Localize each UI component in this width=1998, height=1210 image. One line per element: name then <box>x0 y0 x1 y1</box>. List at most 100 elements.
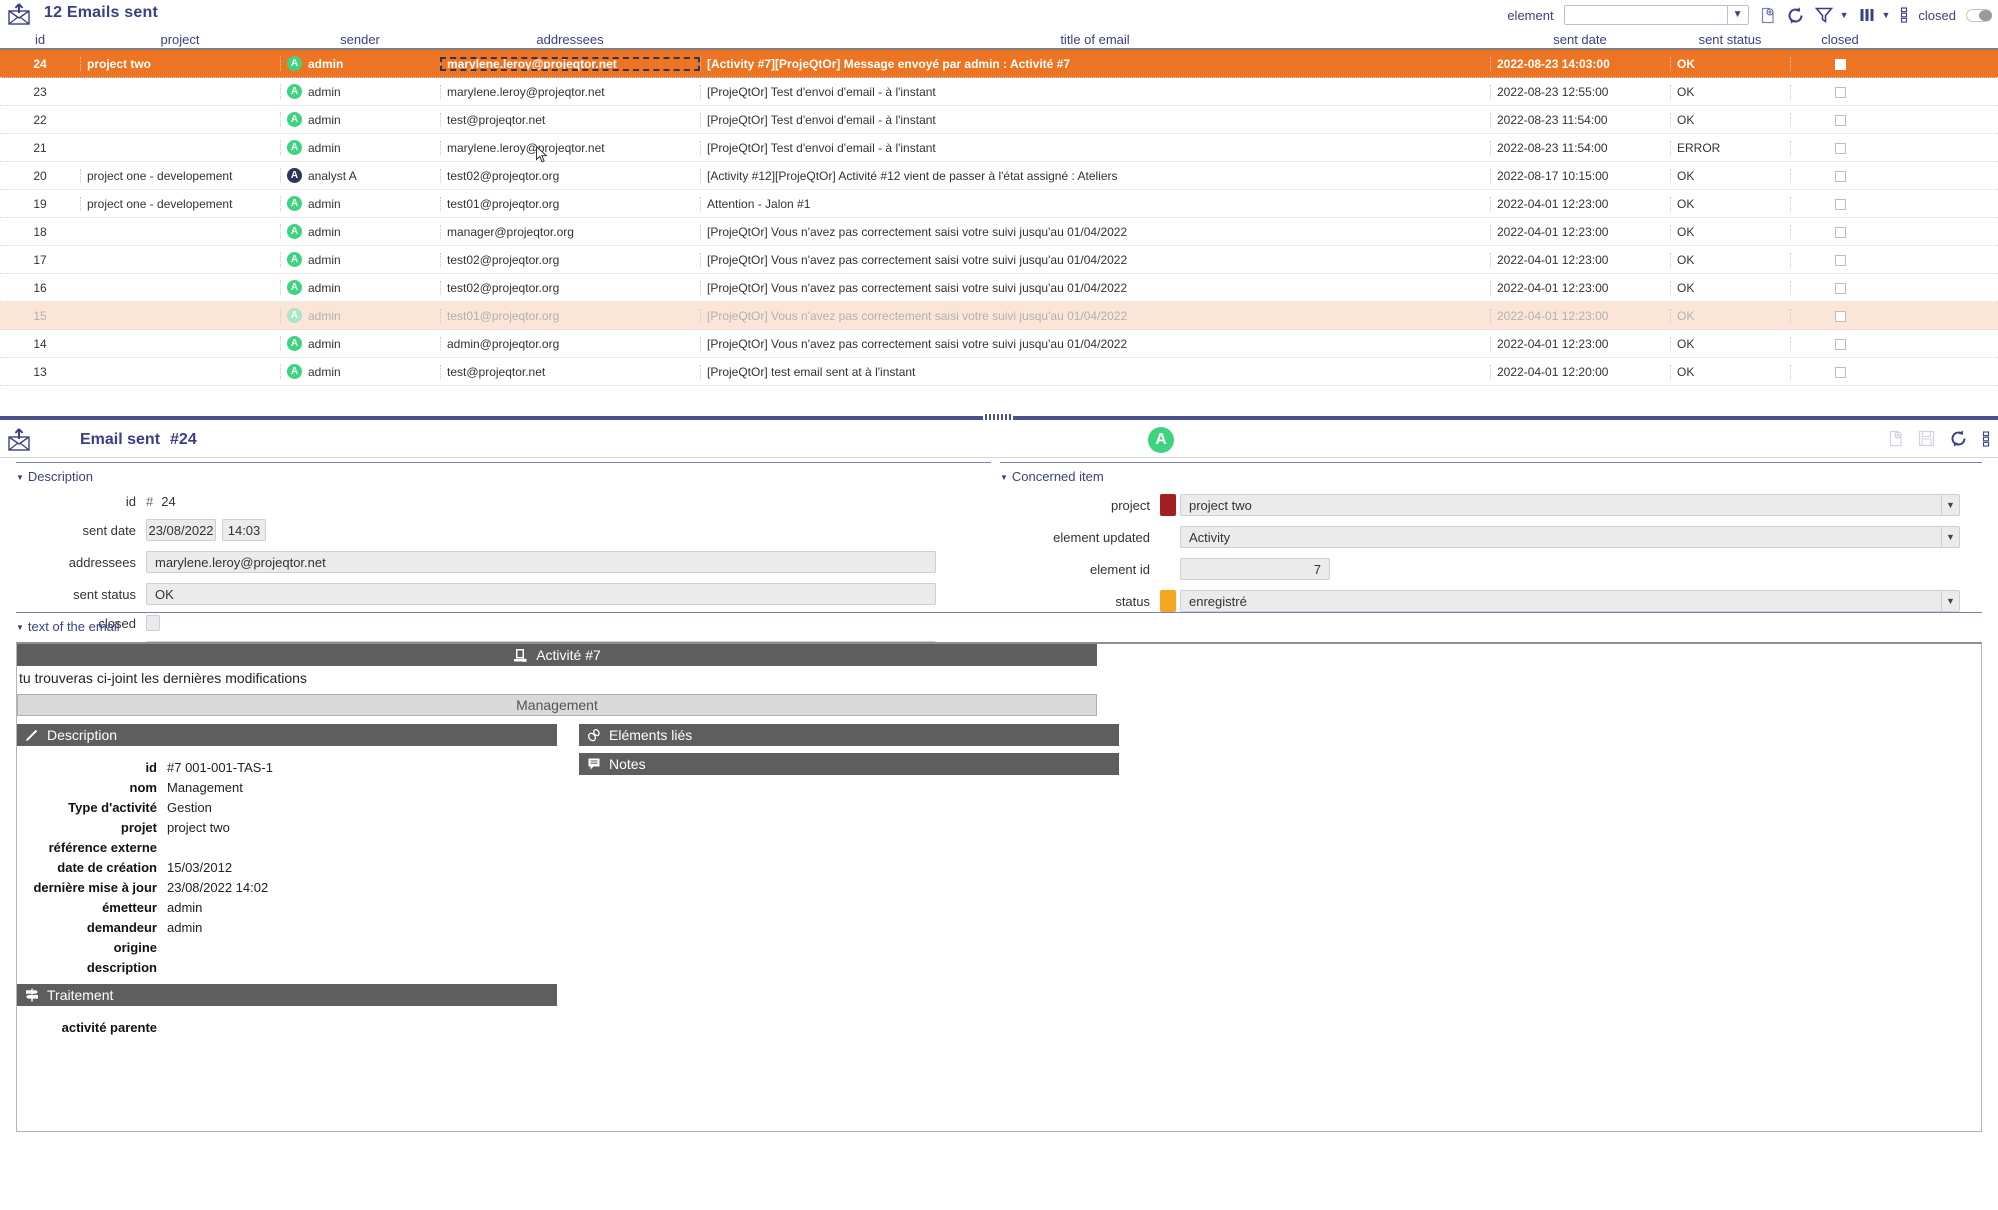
cell-sender-name: admin <box>308 196 341 211</box>
column-header-sender[interactable]: sender <box>280 32 440 47</box>
new-document-icon[interactable] <box>1887 430 1904 447</box>
element-updated-select[interactable]: Activity ▼ <box>1180 526 1960 548</box>
cell-closed[interactable] <box>1790 280 1890 295</box>
sent-time-input[interactable]: 14:03 <box>222 519 266 541</box>
row-closed-checkbox[interactable] <box>1835 366 1846 378</box>
cell-addressees[interactable]: marylene.leroy@projeqtor.net <box>440 56 700 71</box>
cell-closed[interactable] <box>1790 140 1890 155</box>
emails-grid: id project sender addressees title of em… <box>0 30 1998 386</box>
table-row[interactable]: 16 Aadmin test02@projeqtor.org [ProjeQtOr] … <box>0 274 1998 302</box>
cell-title: [ProjeQtOr] Vous n'avez pas correctement… <box>700 336 1490 351</box>
cell-sender-name: admin <box>308 336 341 351</box>
column-header-sent-status[interactable]: sent status <box>1670 32 1790 47</box>
row-closed-checkbox[interactable] <box>1835 226 1846 238</box>
cell-addressees[interactable]: test@projeqtor.net <box>440 364 700 379</box>
cell-addressees[interactable]: manager@projeqtor.org <box>440 224 700 239</box>
refresh-icon[interactable] <box>1949 429 1968 448</box>
cell-closed[interactable] <box>1790 224 1890 239</box>
table-row[interactable]: 13 Aadmin test@projeqtor.net [ProjeQtOr] te… <box>0 358 1998 386</box>
row-closed-checkbox[interactable] <box>1835 198 1846 210</box>
save-icon[interactable] <box>1918 430 1935 447</box>
cell-closed[interactable] <box>1790 168 1890 183</box>
column-header-project[interactable]: project <box>80 32 280 47</box>
column-header-id[interactable]: id <box>0 32 80 47</box>
row-closed-checkbox[interactable] <box>1835 142 1846 154</box>
row-closed-checkbox[interactable] <box>1835 282 1846 294</box>
cell-sent-date: 2022-08-23 12:55:00 <box>1490 84 1670 99</box>
cell-closed[interactable] <box>1790 252 1890 267</box>
concerned-item-section: ▼ Concerned item project project two ▼ el… <box>1000 462 1982 612</box>
table-row[interactable]: 21 Aadmin marylene.leroy@projeqtor.net [Pro… <box>0 134 1998 162</box>
splitter-grip[interactable] <box>983 414 1013 420</box>
cell-addressees[interactable]: test02@projeqtor.org <box>440 280 700 295</box>
menu-icon[interactable] <box>1900 7 1908 23</box>
column-header-closed[interactable]: closed <box>1790 32 1890 47</box>
email-text-section-header[interactable]: ▼ text of the email <box>16 619 1982 634</box>
sent-date-input[interactable]: 23/08/2022 <box>146 519 216 541</box>
activity-treatment-rows: activité parente <box>17 1018 557 1038</box>
table-row[interactable]: 15 Aadmin test01@projeqtor.org [ProjeQtOr] … <box>0 302 1998 330</box>
row-closed-checkbox[interactable] <box>1835 114 1846 126</box>
columns-icon[interactable] <box>1859 7 1875 23</box>
cell-addressees[interactable]: admin@projeqtor.org <box>440 336 700 351</box>
cell-project: project one - developement <box>80 196 280 211</box>
refresh-icon[interactable] <box>1786 6 1805 25</box>
email-detail-panel: Email sent #24 A ▼ Description id # 24 s… <box>0 422 1998 1210</box>
table-row[interactable]: 24 project two Aadmin marylene.leroy@projeq… <box>0 50 1998 78</box>
row-closed-checkbox[interactable] <box>1835 58 1846 70</box>
cell-closed[interactable] <box>1790 364 1890 379</box>
row-closed-checkbox[interactable] <box>1835 170 1846 182</box>
table-row[interactable]: 17 Aadmin test02@projeqtor.org [ProjeQtOr] … <box>0 246 1998 274</box>
table-row[interactable]: 18 Aadmin manager@projeqtor.org [ProjeQtOr]… <box>0 218 1998 246</box>
menu-icon[interactable] <box>1982 430 1990 447</box>
cell-addressees[interactable]: marylene.leroy@projeqtor.net <box>440 84 700 99</box>
cell-addressees[interactable]: test02@projeqtor.org <box>440 252 700 267</box>
row-closed-checkbox[interactable] <box>1835 310 1846 322</box>
row-closed-checkbox[interactable] <box>1835 254 1846 266</box>
row-closed-checkbox[interactable] <box>1835 338 1846 350</box>
row-closed-checkbox[interactable] <box>1835 86 1846 98</box>
column-header-addressees[interactable]: addressees <box>440 32 700 47</box>
table-row[interactable]: 19 project one - developement Aadmin test01… <box>0 190 1998 218</box>
description-section-header[interactable]: ▼ Description <box>16 469 991 484</box>
columns-chevron-down-icon[interactable]: ▼ <box>1882 10 1891 20</box>
element-filter-select[interactable]: ▼ <box>1563 5 1749 25</box>
grid-body: 24 project two Aadmin marylene.leroy@projeq… <box>0 50 1998 386</box>
avatar: A <box>287 84 302 99</box>
table-row[interactable]: 14 Aadmin admin@projeqtor.org [ProjeQtOr] V… <box>0 330 1998 358</box>
element-id-input[interactable]: 7 <box>1180 558 1330 580</box>
new-document-icon[interactable] <box>1759 7 1776 24</box>
cell-title: [ProjeQtOr] Test d'envoi d'email - à l'i… <box>700 84 1490 99</box>
cell-addressees[interactable]: test01@projeqtor.org <box>440 196 700 211</box>
filter-icon[interactable] <box>1814 6 1833 24</box>
table-row[interactable]: 22 Aadmin test@projeqtor.net [ProjeQtOr] Te… <box>0 106 1998 134</box>
table-row[interactable]: 23 Aadmin marylene.leroy@projeqtor.net [Pro… <box>0 78 1998 106</box>
addressees-input[interactable]: marylene.leroy@projeqtor.net <box>146 551 936 573</box>
table-row[interactable]: 20 project one - developement Aanalyst Ate… <box>0 162 1998 190</box>
cell-addressees[interactable]: test01@projeqtor.org <box>440 308 700 323</box>
cell-addressees[interactable]: test@projeqtor.net <box>440 112 700 127</box>
list-item: origine <box>17 938 557 958</box>
cell-addressees[interactable]: marylene.leroy@projeqtor.net <box>440 140 700 155</box>
cell-closed[interactable] <box>1790 56 1890 71</box>
cell-closed[interactable] <box>1790 336 1890 351</box>
concerned-item-section-header[interactable]: ▼ Concerned item <box>1000 469 1982 484</box>
cell-closed[interactable] <box>1790 308 1890 323</box>
status-select[interactable]: enregistré ▼ <box>1180 590 1960 612</box>
cell-title: [ProjeQtOr] Vous n'avez pas correctement… <box>700 252 1490 267</box>
sent-status-input[interactable]: OK <box>146 583 936 605</box>
panel-splitter[interactable] <box>0 412 1998 422</box>
cell-sent-status: OK <box>1670 336 1790 351</box>
cell-sent-date: 2022-08-23 14:03:00 <box>1490 56 1670 71</box>
column-header-sent-date[interactable]: sent date <box>1490 32 1670 47</box>
cell-closed[interactable] <box>1790 112 1890 127</box>
closed-toggle[interactable] <box>1966 8 1992 22</box>
cell-closed[interactable] <box>1790 196 1890 211</box>
column-header-title[interactable]: title of email <box>700 32 1490 47</box>
cell-addressees[interactable]: test02@projeqtor.org <box>440 168 700 183</box>
filter-chevron-down-icon[interactable]: ▼ <box>1840 10 1849 20</box>
project-select[interactable]: project two ▼ <box>1180 494 1960 516</box>
cell-sent-date: 2022-08-17 10:15:00 <box>1490 168 1670 183</box>
cell-closed[interactable] <box>1790 84 1890 99</box>
cell-id: 13 <box>33 364 47 379</box>
